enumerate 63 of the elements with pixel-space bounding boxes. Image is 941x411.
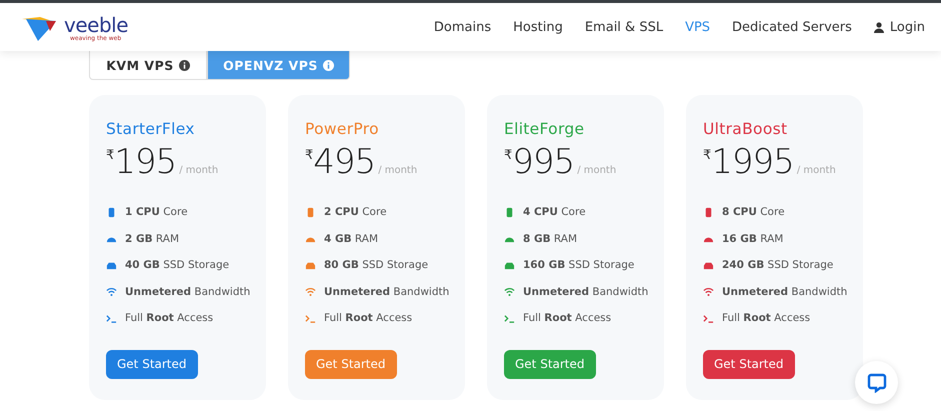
terminal-icon	[106, 312, 117, 324]
nav-link[interactable]: Hosting	[513, 20, 563, 34]
login-link[interactable]: Login	[874, 20, 925, 34]
feature-text: Unmetered Bandwidth	[324, 286, 450, 298]
feature-text: Unmetered Bandwidth	[523, 286, 648, 298]
get-started-button[interactable]: Get Started	[106, 350, 198, 378]
wifi-icon	[106, 286, 117, 298]
get-started-button[interactable]: Get Started	[703, 350, 795, 378]
nav-link[interactable]: Email & SSL	[584, 20, 664, 34]
terminal-icon	[703, 312, 714, 324]
info-icon	[178, 60, 190, 70]
info-icon	[322, 60, 334, 70]
feature-text: Full Root Access	[125, 312, 214, 324]
feature-text: Full Root Access	[523, 312, 612, 324]
feature-text: 40 GB SSD Storage	[125, 259, 230, 272]
tab[interactable]: KVM VPS	[89, 51, 207, 80]
feature-text: 1 CPU Core	[125, 206, 188, 218]
plan-price: 195	[114, 142, 176, 182]
feature-text: 8 GB RAM	[523, 232, 578, 245]
chip-icon	[703, 206, 714, 218]
feature-text: Unmetered Bandwidth	[125, 286, 250, 298]
wifi-icon	[305, 286, 316, 298]
chat-button[interactable]	[855, 361, 898, 404]
price-period: / month	[577, 165, 616, 176]
plan-name: UltraBoost	[703, 120, 788, 138]
feature-text: 16 GB RAM	[722, 232, 784, 245]
currency-symbol: ₹	[106, 148, 114, 163]
feature-text: 240 GB SSD Storage	[722, 259, 834, 272]
chip-icon	[305, 206, 316, 218]
feature-text: 4 GB RAM	[324, 232, 378, 245]
plan-name: EliteForge	[504, 120, 586, 138]
wifi-icon	[504, 286, 515, 298]
price-period: / month	[179, 165, 218, 176]
plan-price: 495	[313, 142, 376, 182]
chip-icon	[504, 206, 515, 218]
feature-text: Full Root Access	[722, 312, 810, 324]
plan-name: StarterFlex	[106, 120, 196, 138]
chat-icon	[866, 372, 886, 392]
nav-link[interactable]: VPS	[685, 20, 710, 34]
terminal-icon	[305, 312, 316, 324]
currency-symbol: ₹	[305, 148, 314, 163]
currency-symbol: ₹	[504, 148, 512, 163]
nav-link[interactable]: Domains	[434, 20, 492, 34]
feature-text: 4 CPU Core	[523, 206, 586, 218]
plan-price: 1995	[711, 142, 794, 182]
terminal-icon	[504, 312, 515, 324]
feature-text: Unmetered Bandwidth	[722, 286, 848, 298]
feature-text: 8 CPU Core	[722, 206, 785, 218]
feature-text: 2 GB RAM	[125, 232, 180, 245]
logo-name: veeble	[64, 15, 128, 35]
feature-text: Full Root Access	[324, 312, 412, 324]
user-icon	[874, 22, 884, 32]
feature-text: 80 GB SSD Storage	[324, 259, 428, 272]
nav-link[interactable]: Dedicated Servers	[732, 20, 852, 34]
plan-price: 995	[512, 142, 574, 182]
feature-text: 160 GB SSD Storage	[523, 259, 634, 272]
price-period: / month	[796, 165, 836, 176]
price-period: / month	[378, 165, 418, 176]
wifi-icon	[703, 286, 714, 298]
feature-text: 2 CPU Core	[324, 206, 387, 218]
chip-icon	[106, 206, 117, 218]
plan-name: PowerPro	[305, 120, 380, 138]
currency-symbol: ₹	[703, 148, 712, 163]
